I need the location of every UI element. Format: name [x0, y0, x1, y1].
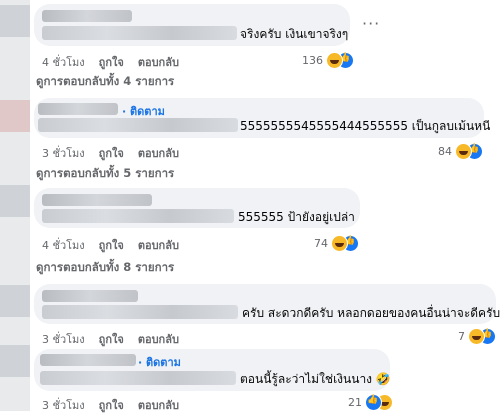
reaction-count: 7	[458, 330, 465, 343]
comment-bubble: 555555 ป้ายังอยู่เปล่า	[34, 188, 360, 228]
comment-time[interactable]: 4 ชั่วโมง	[42, 56, 85, 69]
comment-text: ครับ สะดวกดีครับ หลอกดอยของคนอื่นน่าจะดี…	[242, 306, 500, 320]
avatar[interactable]	[0, 5, 30, 37]
reply-button[interactable]: ตอบกลับ	[138, 239, 179, 252]
comment-text: 555555 ป้ายังอยู่เปล่า	[238, 210, 355, 224]
follow-button[interactable]: · ติดตาม	[138, 353, 181, 371]
reaction-summary[interactable]: 21	[348, 394, 393, 411]
comment-bubble: · ติดตาม 5555555545555444555555 เป็นกูลบ…	[34, 98, 490, 138]
comment-time[interactable]: 4 ชั่วโมง	[42, 239, 85, 252]
avatar[interactable]	[0, 100, 30, 132]
more-horizontal-icon[interactable]: ···	[362, 14, 380, 33]
comment-text: จริงครับ เงินเขาจริงๆ	[240, 27, 349, 41]
haha-reaction-icon	[468, 328, 485, 345]
reply-button[interactable]: ตอบกลับ	[138, 56, 179, 69]
commenter-name[interactable]	[42, 10, 132, 22]
view-replies-link[interactable]: ดูการตอบกลับทั้ง 8 รายการ	[36, 259, 174, 277]
comment-bubble: · ติดตาม ตอนนี้รู้ละว่าไม่ใช่เงินนาง 🤣	[34, 349, 391, 391]
commenter-name[interactable]	[42, 290, 138, 302]
haha-reaction-icon	[455, 143, 472, 160]
comment-actions: 3 ชั่วโมง ถูกใจ ตอบกลับ	[42, 144, 193, 162]
redacted-text	[40, 371, 236, 385]
view-replies-link[interactable]: ดูการตอบกลับทั้ง 5 รายการ	[36, 165, 174, 183]
avatar[interactable]	[0, 345, 30, 377]
redacted-text	[38, 118, 238, 132]
like-button[interactable]: ถูกใจ	[99, 147, 124, 160]
like-button[interactable]: ถูกใจ	[99, 56, 124, 69]
reply-button[interactable]: ตอบกลับ	[138, 399, 179, 412]
reply-button[interactable]: ตอบกลับ	[138, 333, 179, 346]
comment-actions: 3 ชั่วโมง ถูกใจ ตอบกลับ	[42, 330, 193, 348]
comment-text: ตอนนี้รู้ละว่าไม่ใช่เงินนาง 🤣	[240, 372, 391, 386]
reaction-summary[interactable]: 7	[458, 328, 496, 345]
commenter-name[interactable]	[40, 354, 136, 366]
comment-bubble: จริงครับ เงินเขาจริงๆ	[34, 4, 350, 46]
comment-time[interactable]: 3 ชั่วโมง	[42, 147, 85, 160]
redacted-text	[42, 26, 237, 40]
like-button[interactable]: ถูกใจ	[99, 333, 124, 346]
haha-reaction-icon	[331, 235, 348, 252]
redacted-text	[42, 305, 238, 319]
comment-time[interactable]: 3 ชั่วโมง	[42, 399, 85, 412]
commenter-name[interactable]	[42, 194, 152, 206]
comment-bubble: ครับ สะดวกดีครับ หลอกดอยของคนอื่นน่าจะดี…	[34, 284, 500, 324]
avatar[interactable]	[0, 185, 30, 217]
haha-reaction-icon	[326, 52, 343, 69]
like-reaction-icon	[365, 394, 382, 411]
reaction-summary[interactable]: 84	[438, 143, 483, 160]
comment-text: 5555555545555444555555 เป็นกูลบเม้นหนี	[240, 119, 491, 133]
reaction-count: 136	[302, 54, 323, 67]
avatar[interactable]	[0, 285, 30, 317]
reaction-summary[interactable]: 74	[314, 235, 359, 252]
comment-actions: 3 ชั่วโมง ถูกใจ ตอบกลับ	[42, 396, 193, 414]
comment-actions: 4 ชั่วโมง ถูกใจ ตอบกลับ	[42, 236, 193, 254]
view-replies-link[interactable]: ดูการตอบกลับทั้ง 4 รายการ	[36, 73, 174, 91]
like-button[interactable]: ถูกใจ	[99, 239, 124, 252]
reaction-count: 84	[438, 145, 452, 158]
reply-button[interactable]: ตอบกลับ	[138, 147, 179, 160]
reaction-count: 74	[314, 237, 328, 250]
comment-time[interactable]: 3 ชั่วโมง	[42, 333, 85, 346]
reaction-count: 21	[348, 396, 362, 409]
reaction-summary[interactable]: 136	[302, 52, 354, 69]
like-button[interactable]: ถูกใจ	[99, 399, 124, 412]
redacted-text	[42, 209, 234, 223]
commenter-name[interactable]	[38, 103, 118, 115]
comment-actions: 4 ชั่วโมง ถูกใจ ตอบกลับ	[42, 53, 193, 71]
